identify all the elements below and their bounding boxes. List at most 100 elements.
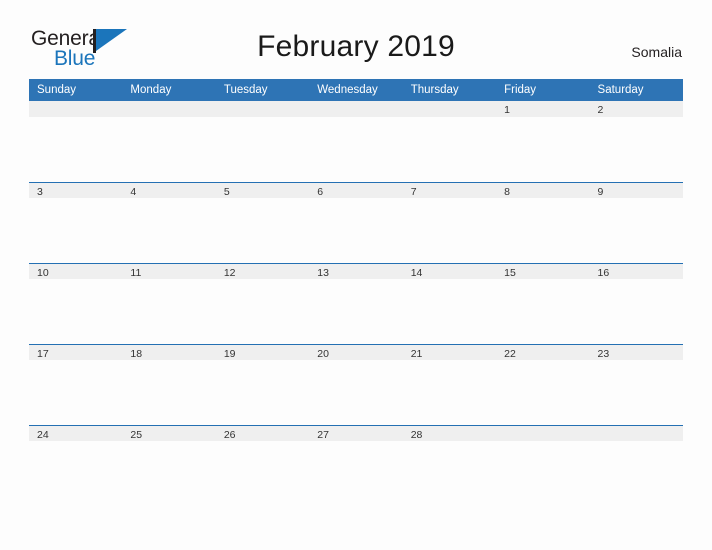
- day-events-area[interactable]: [215, 360, 310, 424]
- day-number: 7: [410, 186, 417, 198]
- country-label: Somalia: [631, 44, 682, 60]
- calendar-day-cell[interactable]: 16: [589, 263, 683, 344]
- calendar-day-cell[interactable]: 5: [215, 182, 310, 263]
- calendar-day-cell[interactable]: 23: [589, 344, 683, 425]
- calendar-day-cell[interactable]: 24: [29, 425, 123, 506]
- day-number: 22: [504, 348, 516, 360]
- day-number: 14: [410, 267, 423, 279]
- calendar-day-cell[interactable]: 25: [122, 425, 216, 506]
- calendar-day-cell[interactable]: 28: [402, 425, 497, 506]
- day-events-area[interactable]: [402, 360, 497, 424]
- day-events-area[interactable]: [402, 279, 497, 343]
- weekday-header-sunday: Sunday: [29, 79, 123, 101]
- day-events-area[interactable]: [402, 117, 497, 181]
- calendar-day-cell[interactable]: 4: [122, 182, 216, 263]
- day-number: 28: [410, 429, 423, 441]
- calendar-day-cell[interactable]: 13: [309, 263, 403, 344]
- day-number: 27: [317, 429, 329, 441]
- day-events-area[interactable]: [309, 117, 403, 181]
- day-events-area[interactable]: [589, 360, 683, 424]
- calendar-week-row: 24 25 26 27 28: [29, 425, 683, 506]
- day-number: 1: [504, 104, 510, 116]
- calendar-day-cell[interactable]: 21: [402, 344, 497, 425]
- calendar-day-cell[interactable]: 10: [29, 263, 123, 344]
- calendar-day-cell[interactable]: 17: [29, 344, 123, 425]
- calendar-page: General Blue February 2019 Somalia Sunda…: [0, 0, 712, 550]
- day-events-area[interactable]: [122, 360, 216, 424]
- day-events-area[interactable]: [589, 198, 683, 262]
- day-number: 24: [37, 429, 49, 441]
- calendar-week-row: 3 4 5 6 7 8 9: [29, 182, 683, 263]
- day-number: 20: [317, 348, 329, 360]
- calendar-day-cell[interactable]: 27: [309, 425, 403, 506]
- day-number: 11: [130, 267, 142, 279]
- calendar-day-cell[interactable]: [589, 425, 683, 506]
- calendar-day-cell[interactable]: [29, 101, 123, 182]
- calendar-day-cell[interactable]: 15: [496, 263, 590, 344]
- calendar-day-cell[interactable]: 20: [309, 344, 403, 425]
- day-events-area[interactable]: [122, 198, 216, 262]
- weekday-header-saturday: Saturday: [589, 79, 683, 101]
- day-events-area[interactable]: [402, 198, 497, 262]
- day-events-area[interactable]: [215, 279, 310, 343]
- calendar-day-cell[interactable]: 12: [215, 263, 310, 344]
- day-events-area[interactable]: [29, 198, 123, 262]
- day-events-area[interactable]: [309, 279, 403, 343]
- day-events-area[interactable]: [402, 441, 497, 505]
- day-events-area[interactable]: [29, 441, 123, 505]
- calendar-day-cell[interactable]: [122, 101, 216, 182]
- calendar-day-cell[interactable]: [309, 101, 403, 182]
- day-number: 12: [223, 267, 236, 279]
- calendar-day-cell[interactable]: 8: [496, 182, 590, 263]
- day-number: 16: [597, 267, 610, 279]
- day-events-area[interactable]: [29, 117, 123, 181]
- calendar-day-cell[interactable]: [402, 101, 497, 182]
- day-events-area[interactable]: [309, 198, 403, 262]
- day-events-area[interactable]: [496, 279, 590, 343]
- weekday-header-tuesday: Tuesday: [215, 79, 310, 101]
- calendar-day-cell[interactable]: 14: [402, 263, 497, 344]
- day-events-area[interactable]: [215, 441, 310, 505]
- day-events-area[interactable]: [122, 441, 216, 505]
- weekday-header-friday: Friday: [496, 79, 590, 101]
- calendar-day-cell[interactable]: 19: [215, 344, 310, 425]
- day-events-area[interactable]: [496, 360, 590, 424]
- day-events-area[interactable]: [215, 198, 310, 262]
- day-events-area[interactable]: [589, 117, 683, 181]
- calendar-day-cell[interactable]: [215, 101, 310, 182]
- day-events-area[interactable]: [122, 279, 216, 343]
- calendar-day-cell[interactable]: 6: [309, 182, 403, 263]
- day-events-area[interactable]: [29, 279, 123, 343]
- day-number: 17: [37, 348, 49, 360]
- day-number: 6: [317, 186, 324, 198]
- calendar-day-cell[interactable]: 3: [29, 182, 123, 263]
- day-number: 3: [37, 186, 43, 198]
- calendar-week-row: 17 18 19 20 21 22 23: [29, 344, 683, 425]
- day-events-area[interactable]: [122, 117, 216, 181]
- calendar-day-cell[interactable]: 2: [589, 101, 683, 182]
- day-events-area[interactable]: [496, 441, 590, 505]
- page-header: General Blue February 2019 Somalia: [0, 0, 712, 70]
- calendar-day-cell[interactable]: 9: [589, 182, 683, 263]
- day-events-area[interactable]: [589, 279, 683, 343]
- day-events-area[interactable]: [496, 117, 590, 181]
- calendar-day-cell[interactable]: 7: [402, 182, 497, 263]
- weekday-header-wednesday: Wednesday: [309, 79, 403, 101]
- calendar-week-row: 1 2: [29, 101, 683, 182]
- calendar-day-cell[interactable]: 22: [496, 344, 590, 425]
- calendar-day-cell[interactable]: [496, 425, 590, 506]
- calendar-day-cell[interactable]: 18: [122, 344, 216, 425]
- day-events-area[interactable]: [29, 360, 123, 424]
- calendar-day-cell[interactable]: 26: [215, 425, 310, 506]
- calendar-day-cell[interactable]: 1: [496, 101, 590, 182]
- day-events-area[interactable]: [215, 117, 310, 181]
- day-events-area[interactable]: [309, 360, 403, 424]
- calendar-table: Sunday Monday Tuesday Wednesday Thursday…: [29, 79, 683, 506]
- day-events-area[interactable]: [309, 441, 403, 505]
- calendar-day-cell[interactable]: 11: [122, 263, 216, 344]
- day-number: 21: [410, 348, 423, 360]
- day-events-area[interactable]: [589, 441, 683, 505]
- weekday-header-monday: Monday: [122, 79, 216, 101]
- day-events-area[interactable]: [496, 198, 590, 262]
- day-number: 23: [597, 348, 610, 360]
